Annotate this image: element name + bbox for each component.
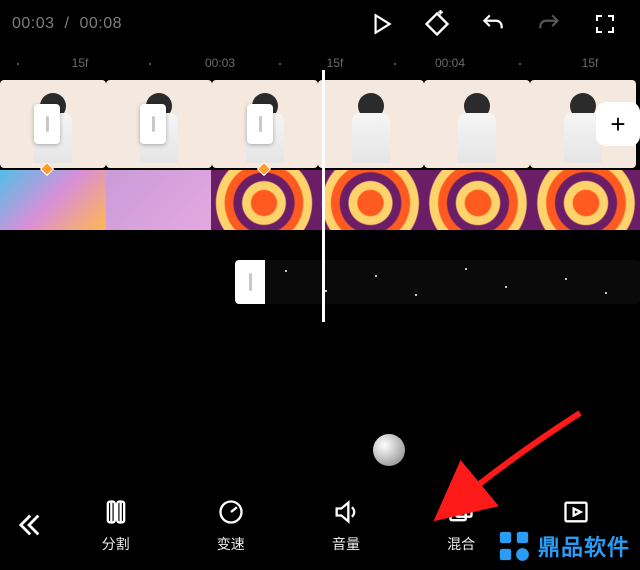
transition-button[interactable] <box>247 104 273 144</box>
video-editor-screen: 00:03 / 00:08 15f 00:03 15f 00:04 15f <box>0 0 640 570</box>
effect-clip[interactable] <box>106 170 211 230</box>
overlay-track[interactable] <box>235 260 640 304</box>
ruler-label: 00:03 <box>205 56 235 70</box>
undo-button[interactable] <box>470 1 516 47</box>
tool-speed[interactable]: 变速 <box>194 496 268 554</box>
watermark-logo-icon <box>496 528 532 564</box>
back-button[interactable] <box>0 480 58 570</box>
timeline[interactable]: + <box>0 80 640 410</box>
tool-volume[interactable]: 音量 <box>309 496 383 554</box>
video-track[interactable]: + <box>0 80 640 168</box>
ruler-label: 00:04 <box>435 56 465 70</box>
video-clip[interactable] <box>424 80 530 168</box>
redo-button[interactable] <box>526 1 572 47</box>
effects-track[interactable] <box>0 170 640 230</box>
effect-clip[interactable] <box>424 170 532 230</box>
video-clip[interactable] <box>318 80 424 168</box>
ruler-label: 15f <box>327 56 344 70</box>
tool-split[interactable]: 分割 <box>79 496 153 554</box>
tool-label: 分割 <box>102 534 130 554</box>
effect-clip[interactable] <box>532 170 640 230</box>
annotation-arrow-icon <box>430 408 590 528</box>
timecode-current: 00:03 <box>12 15 55 33</box>
time-ruler[interactable]: 15f 00:03 15f 00:04 15f <box>0 48 640 80</box>
fullscreen-button[interactable] <box>582 1 628 47</box>
timecode-sep: / <box>65 15 70 33</box>
floating-indicator-icon <box>373 434 405 466</box>
top-bar: 00:03 / 00:08 <box>0 0 640 48</box>
effect-clip[interactable] <box>317 170 424 230</box>
timecode-total: 00:08 <box>80 15 123 33</box>
tool-label: 混合 <box>447 534 475 554</box>
playhead[interactable] <box>322 70 325 322</box>
play-button[interactable] <box>358 1 404 47</box>
keyframe-add-button[interactable] <box>414 1 460 47</box>
watermark: 鼎品软件 <box>492 526 634 566</box>
ruler-label: 15f <box>582 56 599 70</box>
effect-clip[interactable] <box>211 170 317 230</box>
transition-button[interactable] <box>34 104 60 144</box>
tool-label: 音量 <box>332 534 360 554</box>
effect-clip[interactable] <box>0 170 106 230</box>
tool-label: 变速 <box>217 534 245 554</box>
transition-button[interactable] <box>140 104 166 144</box>
overlay-handle-left[interactable] <box>235 260 265 304</box>
add-clip-button[interactable]: + <box>596 102 640 146</box>
ruler-label: 15f <box>72 56 89 70</box>
watermark-text: 鼎品软件 <box>538 530 630 562</box>
